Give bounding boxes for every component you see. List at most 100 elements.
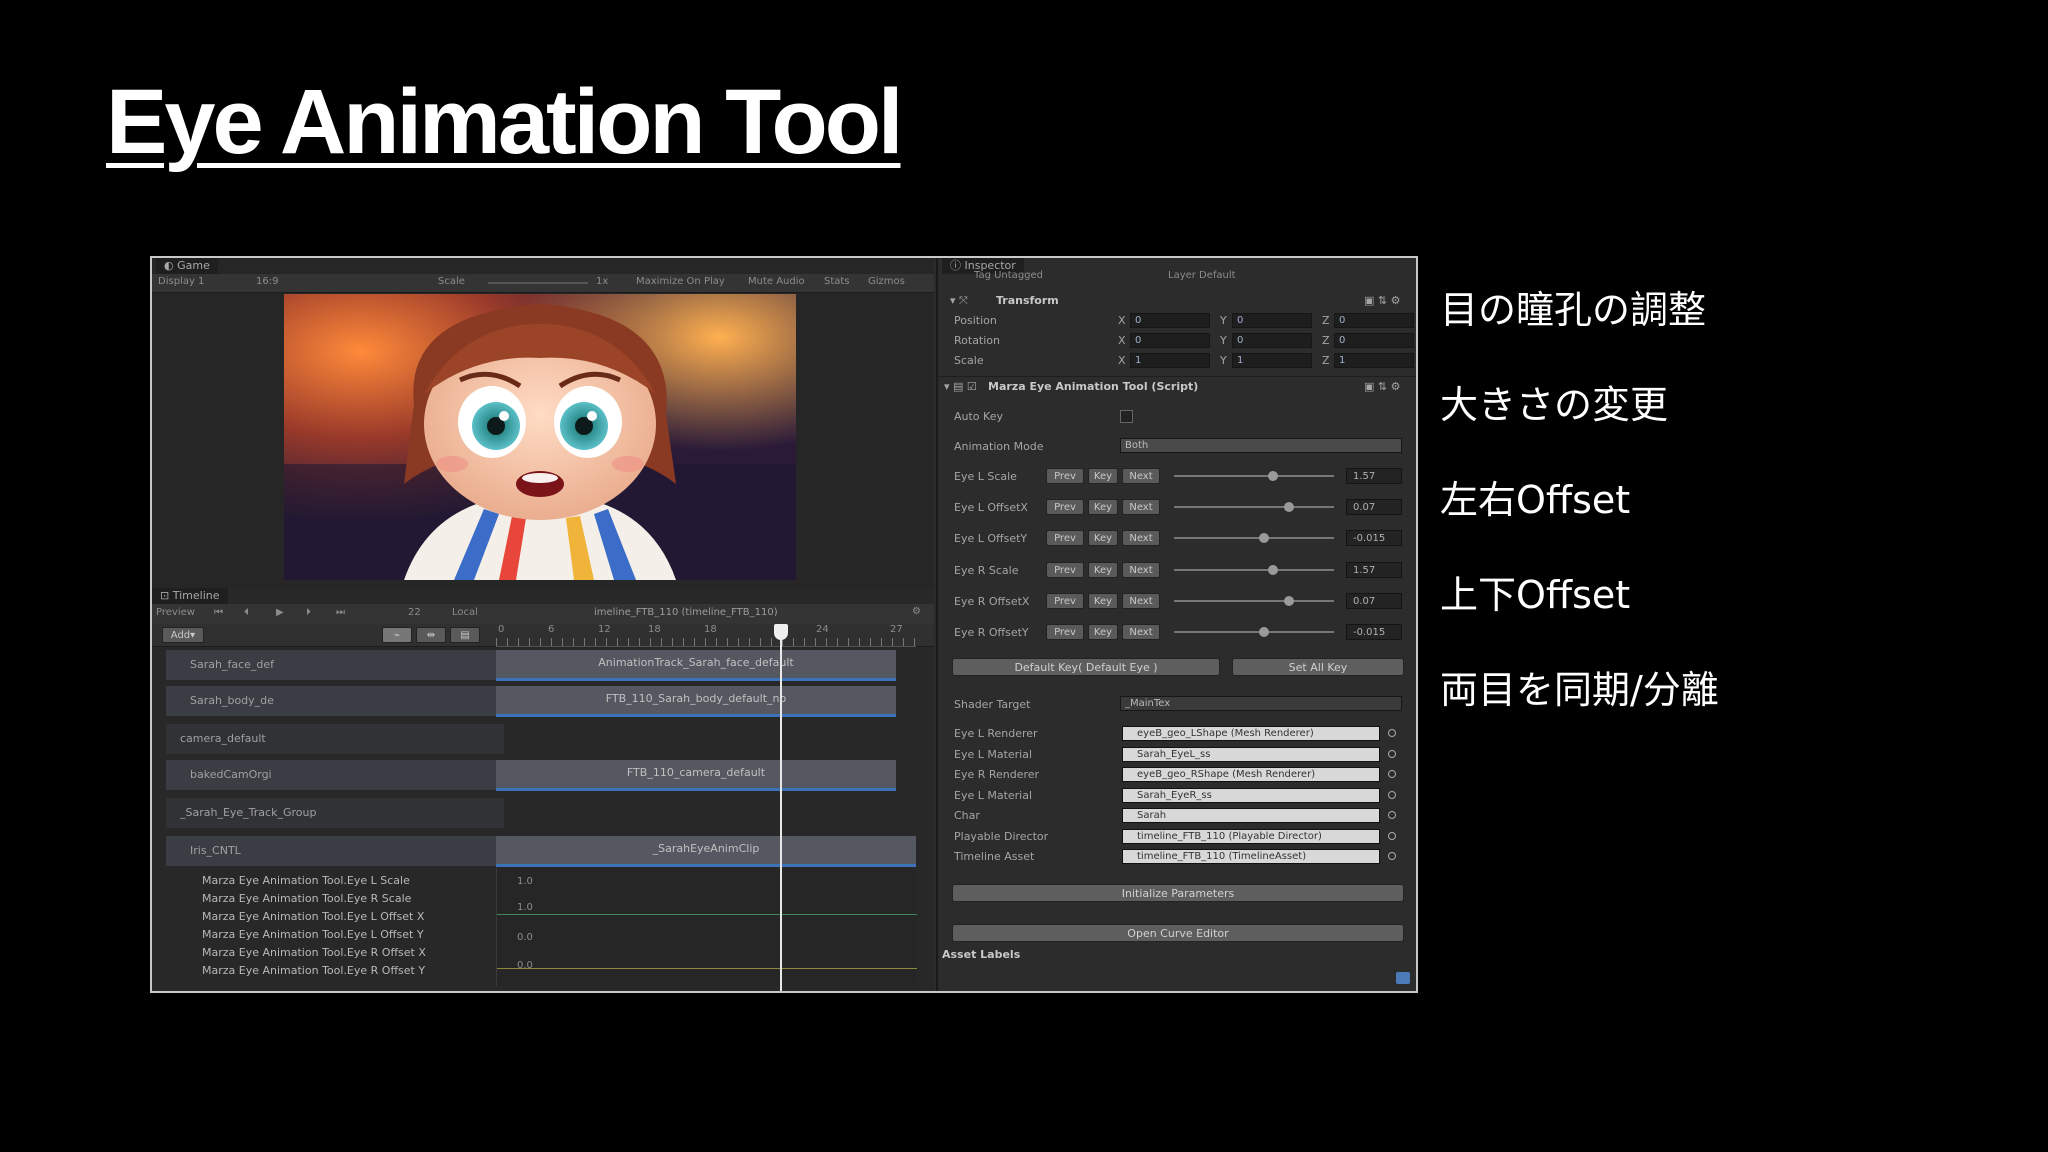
go-to-start-icon[interactable]: ⏮ [214, 607, 223, 618]
eye-param-slider[interactable] [1174, 506, 1334, 508]
initialize-parameters-button[interactable]: Initialize Parameters [952, 884, 1404, 902]
script-component-header[interactable]: ▾ ▤ ☑ Marza Eye Animation Tool (Script) … [938, 376, 1416, 395]
slider-knob[interactable] [1258, 533, 1269, 543]
eye-param-value[interactable]: 0.07 [1346, 499, 1402, 515]
timeline-clip[interactable]: FTB_110_camera_default [496, 760, 896, 791]
component-menu-icon[interactable]: ▣ ⇅ ⚙ [1364, 380, 1400, 393]
object-picker-icon[interactable] [1388, 790, 1396, 799]
slider-knob[interactable] [1268, 471, 1279, 481]
eye-param-slider[interactable] [1174, 537, 1334, 539]
timeline-clip[interactable]: FTB_110_Sarah_body_default_no [496, 686, 896, 717]
playhead-handle[interactable] [774, 624, 788, 640]
slider-knob[interactable] [1258, 627, 1269, 637]
key-button[interactable]: Key [1088, 593, 1118, 609]
next-key-button[interactable]: Next [1122, 530, 1160, 546]
next-frame-icon[interactable]: ⏵ [306, 607, 311, 618]
shader-target-field[interactable]: _MainTex [1120, 696, 1402, 711]
scale-y-field[interactable]: 1 [1232, 353, 1312, 368]
object-reference-field[interactable]: Sarah [1122, 808, 1380, 823]
object-reference-field[interactable]: Sarah_EyeL_ss [1122, 746, 1380, 762]
scale-z-field[interactable]: 1 [1334, 353, 1414, 368]
eye-param-value[interactable]: -0.015 [1346, 624, 1402, 640]
eye-param-slider[interactable] [1174, 475, 1334, 477]
slider-knob[interactable] [1268, 565, 1279, 575]
key-button[interactable]: Key [1088, 624, 1118, 640]
slider-knob[interactable] [1284, 502, 1295, 512]
preview-toggle[interactable]: Preview [156, 607, 195, 618]
scale-slider[interactable] [488, 282, 588, 284]
next-key-button[interactable]: Next [1122, 499, 1160, 515]
eye-param-slider[interactable] [1174, 631, 1334, 633]
key-button[interactable]: Key [1088, 530, 1118, 546]
animated-property[interactable]: Marza Eye Animation Tool.Eye R Offset X [202, 944, 426, 962]
open-curve-editor-button[interactable]: Open Curve Editor [952, 924, 1404, 942]
script-foldout-icon[interactable]: ▾ ▤ ☑ [944, 380, 977, 393]
previous-frame-icon[interactable]: ⏴ [244, 607, 249, 618]
position-z-field[interactable]: 0 [1334, 313, 1414, 328]
component-menu-icon[interactable]: ▣ ⇅ ⚙ [1364, 294, 1400, 307]
object-picker-icon[interactable] [1388, 831, 1396, 840]
animated-property[interactable]: Marza Eye Animation Tool.Eye L Scale [202, 872, 426, 890]
curve-area[interactable]: 1.0 1.0 0.0 0.0 [496, 868, 917, 986]
track-header[interactable]: Sarah_face_def [166, 650, 504, 680]
maximize-on-play-toggle[interactable]: Maximize On Play [636, 276, 725, 287]
object-reference-field[interactable]: eyeB_geo_RShape (Mesh Renderer) [1122, 767, 1380, 782]
local-toggle[interactable]: Local [452, 607, 478, 618]
prev-key-button[interactable]: Prev [1046, 468, 1084, 484]
object-reference-field[interactable]: timeline_FTB_110 (TimelineAsset) [1122, 849, 1380, 864]
time-ruler[interactable]: 0 6 12 18 18 24 27 [496, 624, 916, 647]
prev-key-button[interactable]: Prev [1046, 562, 1084, 578]
default-key-button[interactable]: Default Key( Default Eye ) [952, 658, 1220, 676]
object-picker-icon[interactable] [1388, 811, 1396, 819]
animation-mode-dropdown[interactable]: Both [1120, 438, 1402, 453]
animated-property[interactable]: Marza Eye Animation Tool.Eye L Offset X [202, 908, 426, 926]
rotation-x-field[interactable]: 0 [1130, 333, 1210, 348]
rotation-z-field[interactable]: 0 [1334, 333, 1414, 348]
frame-field[interactable]: 22 [408, 607, 421, 618]
position-y-field[interactable]: 0 [1232, 313, 1312, 328]
prev-key-button[interactable]: Prev [1046, 624, 1084, 640]
snap-toggle-icon[interactable]: ⇹ [416, 627, 446, 643]
animated-property[interactable]: Marza Eye Animation Tool.Eye L Offset Y [202, 926, 426, 944]
track-header[interactable]: bakedCamOrgi [166, 760, 504, 790]
playhead[interactable] [780, 626, 782, 991]
rotation-y-field[interactable]: 0 [1232, 333, 1312, 348]
go-to-end-icon[interactable]: ⏭ [336, 607, 345, 618]
set-all-key-button[interactable]: Set All Key [1232, 658, 1404, 676]
add-track-button[interactable]: Add▾ [162, 627, 204, 643]
gizmos-dropdown[interactable]: Gizmos [868, 276, 905, 287]
mute-audio-toggle[interactable]: Mute Audio [748, 276, 805, 287]
next-key-button[interactable]: Next [1122, 624, 1160, 640]
slider-knob[interactable] [1284, 596, 1295, 606]
tab-timeline[interactable]: ⊡ Timeline [152, 588, 228, 604]
object-picker-icon[interactable] [1388, 729, 1396, 737]
asset-label-icon[interactable] [1396, 972, 1410, 984]
timeline-clip[interactable]: AnimationTrack_Sarah_face_default [496, 650, 896, 681]
eye-param-value[interactable]: 0.07 [1346, 593, 1402, 609]
object-picker-icon[interactable] [1388, 852, 1396, 860]
animated-property[interactable]: Marza Eye Animation Tool.Eye R Scale [202, 890, 426, 908]
prev-key-button[interactable]: Prev [1046, 530, 1084, 546]
stats-toggle[interactable]: Stats [824, 276, 850, 287]
next-key-button[interactable]: Next [1122, 593, 1160, 609]
key-button[interactable]: Key [1088, 499, 1118, 515]
key-button[interactable]: Key [1088, 562, 1118, 578]
auto-key-checkbox[interactable] [1120, 410, 1133, 423]
settings-gear-icon[interactable]: ⚙ [912, 606, 921, 617]
play-icon[interactable]: ▶ [276, 607, 284, 618]
tab-game[interactable]: ◐ Game [156, 258, 218, 274]
edit-mode-icon[interactable]: ▤ [450, 627, 480, 643]
curves-toggle-icon[interactable]: ⌁ [382, 627, 412, 643]
next-key-button[interactable]: Next [1122, 468, 1160, 484]
eye-param-slider[interactable] [1174, 600, 1334, 602]
eye-param-slider[interactable] [1174, 569, 1334, 571]
eye-param-value[interactable]: 1.57 [1346, 468, 1402, 484]
layer-dropdown[interactable]: Layer Default [1168, 270, 1236, 281]
scale-x-field[interactable]: 1 [1130, 353, 1210, 368]
object-picker-icon[interactable] [1388, 770, 1396, 778]
next-key-button[interactable]: Next [1122, 562, 1160, 578]
transform-header[interactable]: ▾ ⤧ Transform ▣ ⇅ ⚙ [946, 292, 1416, 310]
track-group-header[interactable]: camera_default [166, 724, 504, 754]
prev-key-button[interactable]: Prev [1046, 593, 1084, 609]
position-x-field[interactable]: 0 [1130, 313, 1210, 328]
